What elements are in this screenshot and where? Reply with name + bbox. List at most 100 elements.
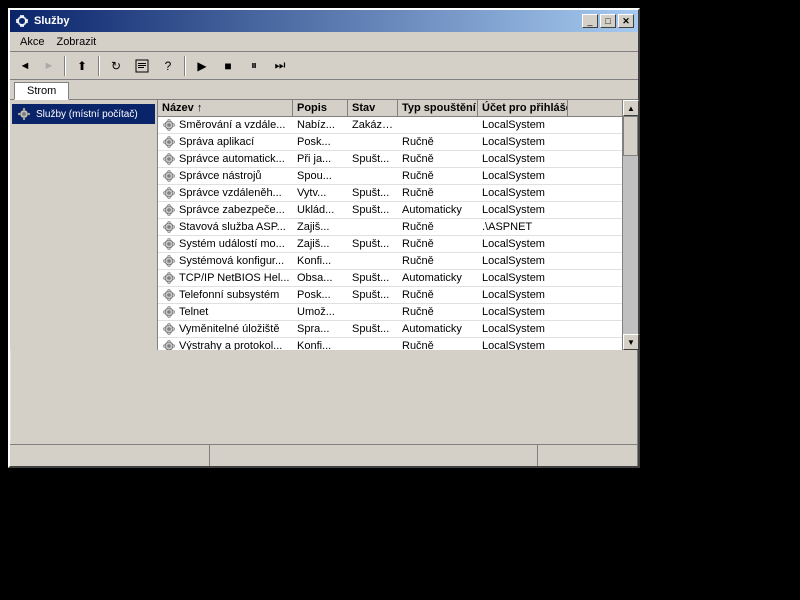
- close-button[interactable]: ✕: [618, 14, 634, 28]
- toolbar-button-refresh[interactable]: ↻: [104, 55, 128, 77]
- toolbar-button-up[interactable]: ⬆: [70, 55, 94, 77]
- table-row[interactable]: Správce zabezpeče... Uklád... Spušt... A…: [158, 202, 622, 219]
- table-row[interactable]: Vyměnitelné úložiště Spra... Spušt... Au…: [158, 321, 622, 338]
- cell-stav: Spušt...: [348, 271, 398, 285]
- cell-ucet: LocalSystem: [478, 254, 568, 268]
- table-row[interactable]: Stavová služba ASP... Zajiš... Ručně .\A…: [158, 219, 622, 236]
- col-header-ucet[interactable]: Účet pro přihlášení:: [478, 100, 568, 116]
- cell-typ: Ručně: [398, 152, 478, 166]
- sidebar-item-services[interactable]: Služby (místní počítač): [12, 104, 155, 124]
- maximize-button[interactable]: □: [600, 14, 616, 28]
- back-button[interactable]: ◄: [14, 56, 36, 76]
- toolbar-button-start[interactable]: ▶: [190, 55, 214, 77]
- cell-stav: Spušt...: [348, 203, 398, 217]
- scroll-up-button[interactable]: ▲: [623, 100, 639, 116]
- status-pane-3: [538, 445, 638, 466]
- service-icon: [162, 203, 176, 217]
- status-pane-1: [10, 445, 210, 466]
- cell-typ: Ručně: [398, 305, 478, 319]
- toolbar: ◄ ► ⬆ ↻ ? ▶ ■ ⏸ ⏭: [10, 52, 638, 80]
- table-row[interactable]: Výstrahy a protokol... Konfi... Ručně Lo…: [158, 338, 622, 350]
- table-row[interactable]: Telefonní subsystém Posk... Spušt... Ruč…: [158, 287, 622, 304]
- cell-ucet: LocalSystem: [478, 322, 568, 336]
- service-name: Správce vzdáleněh...: [179, 187, 282, 199]
- sidebar: Služby (místní počítač): [10, 100, 158, 350]
- toolbar-button-stop[interactable]: ■: [216, 55, 240, 77]
- service-icon: [162, 305, 176, 319]
- cell-name: Správce vzdáleněh...: [158, 185, 293, 201]
- toolbar-button-help[interactable]: ?: [156, 55, 180, 77]
- cell-name: Správce automatick...: [158, 151, 293, 167]
- cell-typ: Ručně: [398, 169, 478, 183]
- status-bar: [10, 444, 638, 466]
- service-name: Stavová služba ASP...: [179, 221, 286, 233]
- table-row[interactable]: Správa aplikací Posk... Ručně LocalSyste…: [158, 134, 622, 151]
- services-icon: [16, 106, 32, 122]
- toolbar-button-pause[interactable]: ⏸: [242, 55, 266, 77]
- table-row[interactable]: Telnet Umož... Ručně LocalSystem: [158, 304, 622, 321]
- service-name: Systém událostí mo...: [179, 238, 285, 250]
- service-icon: [162, 288, 176, 302]
- service-icon: [162, 237, 176, 251]
- service-icon: [162, 271, 176, 285]
- toolbar-button-resume[interactable]: ⏭: [268, 55, 292, 77]
- table-row[interactable]: Systémová konfigur... Konfi... Ručně Loc…: [158, 253, 622, 270]
- cell-stav: Spušt...: [348, 152, 398, 166]
- service-list[interactable]: Název ↑ Popis Stav Typ spouštění Účet pr…: [158, 100, 622, 350]
- status-pane-2: [210, 445, 538, 466]
- forward-button[interactable]: ►: [38, 56, 60, 76]
- toolbar-button-export[interactable]: [130, 55, 154, 77]
- cell-ucet: .\ASPNET: [478, 220, 568, 234]
- service-name: Výstrahy a protokol...: [179, 340, 282, 350]
- tab-strom[interactable]: Strom: [14, 82, 69, 100]
- service-icon: [162, 169, 176, 183]
- table-row[interactable]: Správce vzdáleněh... Vytv... Spušt... Ru…: [158, 185, 622, 202]
- cell-typ: Automaticky: [398, 203, 478, 217]
- cell-ucet: LocalSystem: [478, 135, 568, 149]
- cell-popis: Uklád...: [293, 203, 348, 217]
- list-header: Název ↑ Popis Stav Typ spouštění Účet pr…: [158, 100, 622, 117]
- cell-ucet: LocalSystem: [478, 305, 568, 319]
- cell-ucet: LocalSystem: [478, 169, 568, 183]
- window-title: Služby: [34, 15, 582, 27]
- service-name: Směrování a vzdále...: [179, 119, 285, 131]
- cell-ucet: LocalSystem: [478, 237, 568, 251]
- service-name: Správa aplikací: [179, 136, 254, 148]
- cell-stav: Spušt...: [348, 322, 398, 336]
- table-row[interactable]: TCP/IP NetBIOS Hel... Obsa... Spušt... A…: [158, 270, 622, 287]
- main-window: Služby _ □ ✕ Akce Zobrazit ◄ ► ⬆ ↻ ? ▶ ■: [8, 8, 640, 468]
- menu-akce[interactable]: Akce: [14, 34, 50, 50]
- menu-zobrazit[interactable]: Zobrazit: [50, 34, 102, 50]
- table-row[interactable]: Směrování a vzdále... Nabíz... Zakázáno …: [158, 117, 622, 134]
- cell-ucet: LocalSystem: [478, 288, 568, 302]
- service-name: TCP/IP NetBIOS Hel...: [179, 272, 289, 284]
- cell-popis: Umož...: [293, 305, 348, 319]
- col-header-typ[interactable]: Typ spouštění: [398, 100, 478, 116]
- table-row[interactable]: Správce nástrojů Spou... Ručně LocalSyst…: [158, 168, 622, 185]
- col-header-stav[interactable]: Stav: [348, 100, 398, 116]
- table-row[interactable]: Správce automatick... Při ja... Spušt...…: [158, 151, 622, 168]
- col-header-name[interactable]: Název ↑: [158, 100, 293, 116]
- minimize-button[interactable]: _: [582, 14, 598, 28]
- cell-typ: Automaticky: [398, 271, 478, 285]
- table-row[interactable]: Systém událostí mo... Zajiš... Spušt... …: [158, 236, 622, 253]
- cell-name: Směrování a vzdále...: [158, 117, 293, 133]
- cell-typ: Ručně: [398, 135, 478, 149]
- title-bar: Služby _ □ ✕: [10, 10, 638, 32]
- cell-stav: Spušt...: [348, 288, 398, 302]
- service-icon: [162, 186, 176, 200]
- cell-ucet: LocalSystem: [478, 186, 568, 200]
- cell-ucet: LocalSystem: [478, 118, 568, 132]
- title-bar-buttons: _ □ ✕: [582, 14, 634, 28]
- scroll-down-button[interactable]: ▼: [623, 334, 639, 350]
- service-icon: [162, 135, 176, 149]
- cell-typ: Ručně: [398, 186, 478, 200]
- col-header-popis[interactable]: Popis: [293, 100, 348, 116]
- tab-bar: Strom: [10, 80, 638, 100]
- scrollbar[interactable]: ▲ ▼: [622, 100, 638, 350]
- main-panel: Název ↑ Popis Stav Typ spouštění Účet pr…: [158, 100, 622, 350]
- cell-popis: Konfi...: [293, 339, 348, 350]
- scroll-track[interactable]: [623, 116, 638, 334]
- cell-stav: Zakázáno: [348, 118, 398, 132]
- cell-typ: [398, 124, 478, 126]
